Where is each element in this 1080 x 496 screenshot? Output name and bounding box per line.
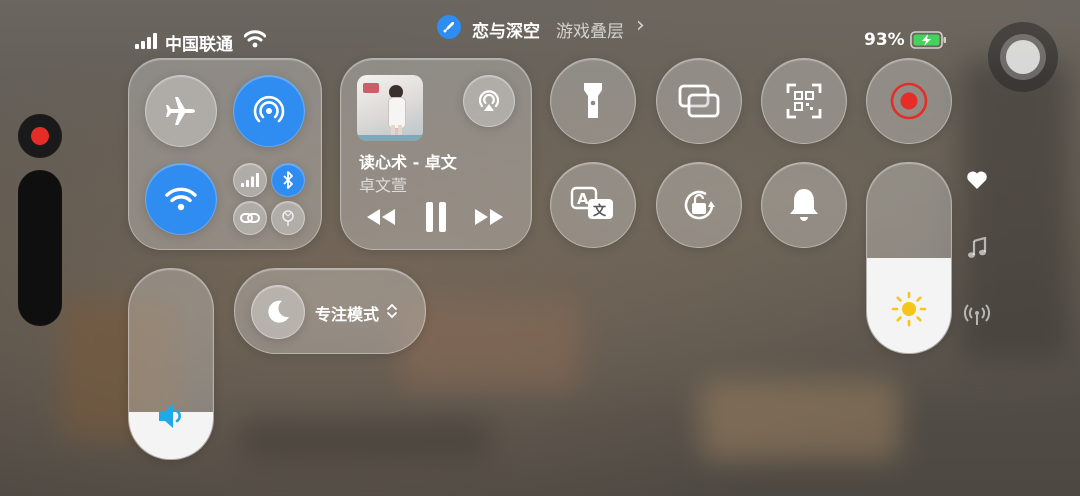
- rewind-icon: [367, 209, 395, 225]
- battery-percent: 93%: [864, 30, 905, 50]
- flashlight-button[interactable]: [550, 58, 636, 144]
- brightness-slider[interactable]: [866, 162, 952, 354]
- app-launcher-icon[interactable]: [437, 15, 461, 39]
- game-overlay-label[interactable]: 游戏叠层: [556, 17, 624, 42]
- translate-button[interactable]: A 文: [550, 162, 636, 248]
- focus-mode-label: 专注模式: [315, 305, 380, 324]
- chevron-updown-icon: [386, 302, 398, 320]
- bell-icon: [790, 189, 818, 221]
- heart-icon[interactable]: [964, 168, 990, 192]
- speaker-icon: [153, 401, 189, 431]
- focus-mode-button[interactable]: 专注模式: [234, 268, 426, 354]
- recording-indicator-button[interactable]: [18, 114, 62, 158]
- battery-charging-icon: [910, 31, 948, 49]
- bluetooth-toggle[interactable]: [271, 163, 305, 197]
- airplay-button[interactable]: [463, 75, 515, 127]
- wifi-status-icon: [244, 30, 266, 48]
- silent-mode-button[interactable]: [761, 162, 847, 248]
- link-icon: [240, 213, 260, 223]
- signal-icon: [135, 33, 159, 49]
- fast-forward-icon: [475, 209, 503, 225]
- satellite-toggle[interactable]: [271, 201, 305, 235]
- hotspot-icon: [253, 95, 285, 123]
- airplay-audio-icon: [478, 90, 500, 111]
- svg-text:文: 文: [593, 203, 607, 219]
- media-player-panel: 读心术 - 卓文 卓文萱: [340, 58, 532, 250]
- chevron-right-icon: ›: [636, 13, 645, 38]
- music-note-icon[interactable]: [964, 236, 990, 260]
- rewind-button[interactable]: [363, 204, 399, 230]
- volume-slider[interactable]: [128, 268, 214, 460]
- moon-icon: [251, 285, 305, 339]
- screen-record-button[interactable]: [866, 58, 952, 144]
- rotation-lock-icon: [684, 190, 715, 220]
- fast-forward-button[interactable]: [471, 204, 507, 230]
- screen-mirroring-button[interactable]: [656, 58, 742, 144]
- artist-name: 卓文萱: [359, 176, 408, 195]
- tree-network-icon: [282, 210, 294, 226]
- qr-scanner-button[interactable]: [761, 58, 847, 144]
- antenna-signal-icon[interactable]: [962, 302, 992, 328]
- song-title: 读心术 - 卓文: [359, 153, 457, 172]
- hotspot-toggle[interactable]: [233, 75, 305, 147]
- bluetooth-icon: [283, 171, 293, 189]
- translate-icon: A 文: [570, 186, 613, 219]
- pause-button[interactable]: [419, 201, 453, 233]
- sun-icon: [889, 289, 929, 329]
- connectivity-panel: [128, 58, 322, 250]
- airplane-mode-toggle[interactable]: [145, 75, 217, 147]
- game-app-name[interactable]: 恋与深空: [472, 17, 540, 42]
- wifi-toggle[interactable]: [145, 163, 217, 235]
- cellular-icon: [241, 173, 259, 187]
- side-handle-bar[interactable]: [18, 170, 62, 326]
- pause-icon: [426, 202, 446, 232]
- carrier-label: 中国联通: [165, 35, 233, 55]
- flashlight-icon: [584, 83, 602, 118]
- screen-mirroring-icon: [678, 84, 720, 118]
- link-toggle[interactable]: [233, 201, 267, 235]
- record-icon: [890, 82, 928, 120]
- assistive-touch-button[interactable]: [988, 22, 1058, 92]
- svg-text:A: A: [577, 190, 589, 208]
- cellular-data-toggle[interactable]: [233, 163, 267, 197]
- qr-code-icon: [786, 83, 822, 119]
- album-art[interactable]: [357, 75, 423, 141]
- rotation-lock-button[interactable]: [656, 162, 742, 248]
- wifi-icon: [165, 187, 197, 211]
- airplane-icon: [166, 97, 195, 125]
